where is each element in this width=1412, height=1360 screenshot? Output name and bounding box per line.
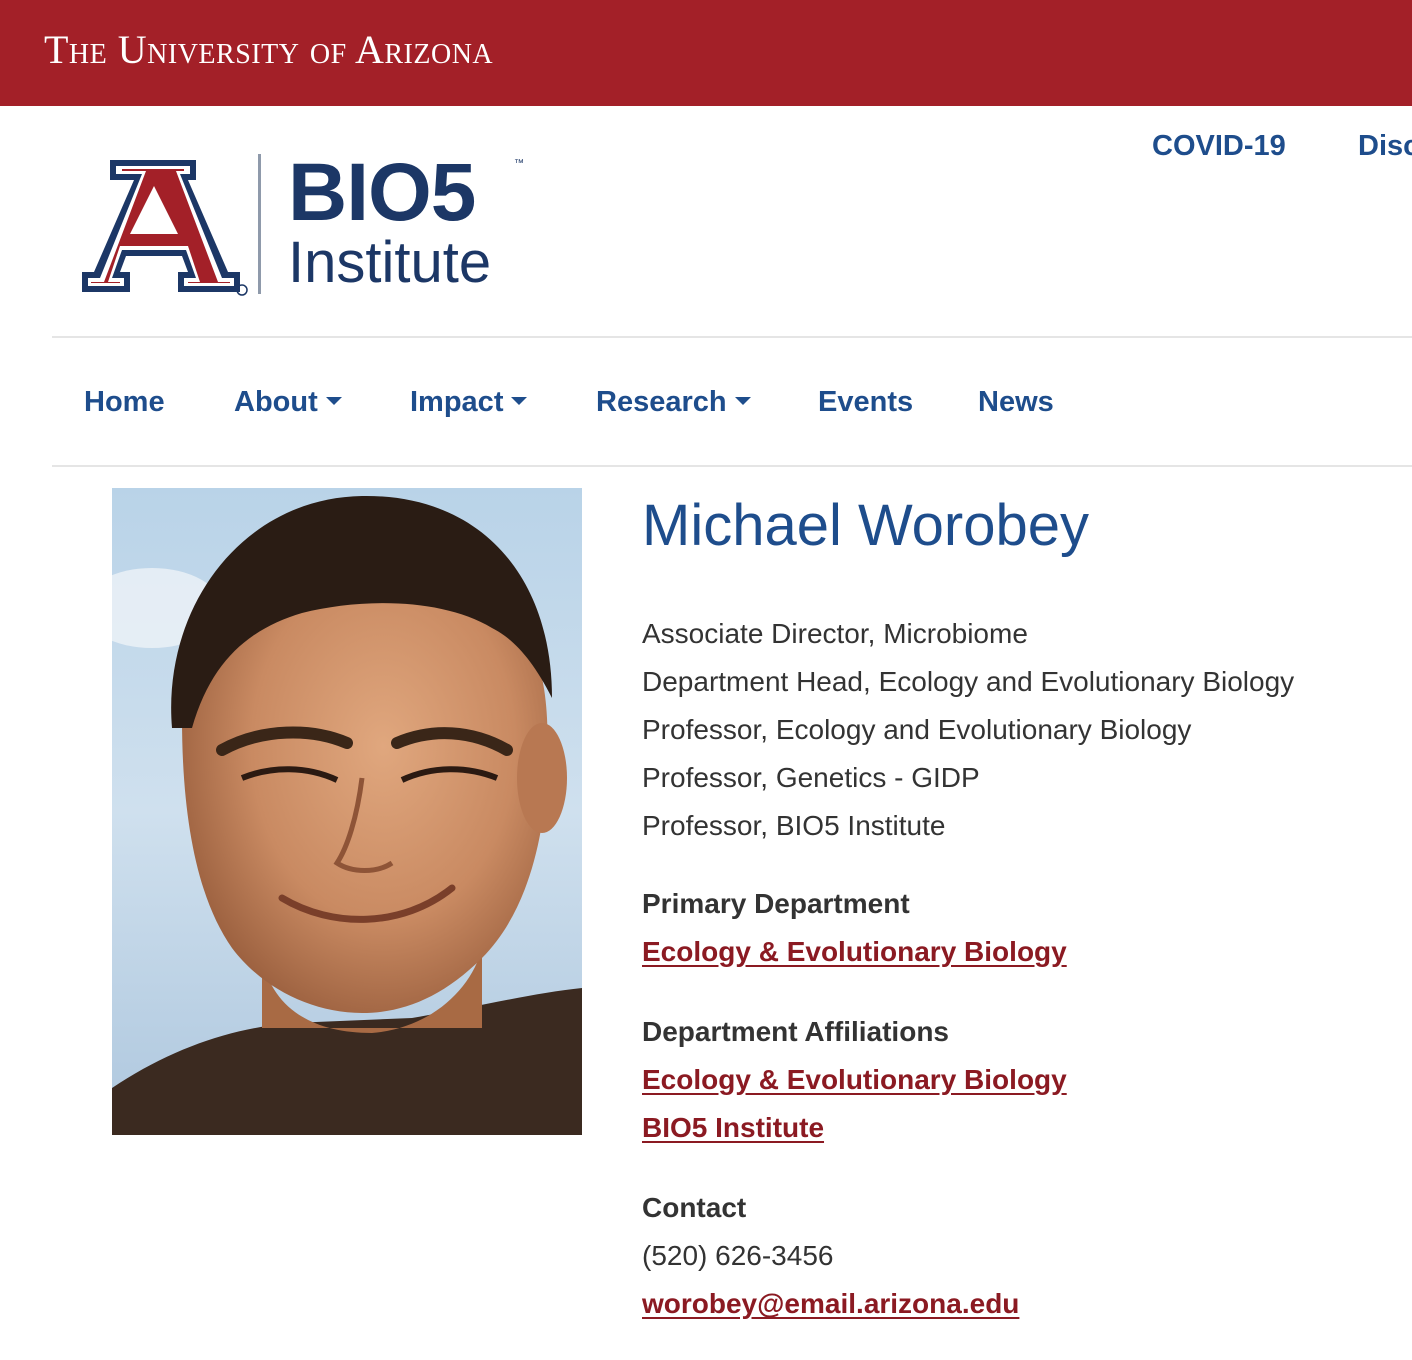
nav-item-label: Research	[596, 386, 727, 418]
department-affiliations-heading: Department Affiliations	[642, 1016, 949, 1047]
primary-department-link[interactable]: Ecology & Evolutionary Biology	[642, 928, 1067, 976]
logo-separator	[258, 154, 261, 294]
nav-item-home[interactable]: Home	[84, 380, 165, 424]
profile-photo	[112, 488, 582, 1135]
affiliation-link-bio5[interactable]: BIO5 Institute	[642, 1104, 1067, 1152]
caret-down-icon	[511, 397, 528, 406]
contact-email-link[interactable]: worobey@email.arizona.edu	[642, 1280, 1019, 1328]
nav-item-label: About	[234, 386, 318, 418]
department-affiliations-section: Department Affiliations Ecology & Evolut…	[642, 1008, 1067, 1152]
profile-title-line: Department Head, Ecology and Evolutionar…	[642, 666, 1295, 697]
nav-item-news[interactable]: News	[978, 380, 1054, 424]
caret-down-icon	[734, 397, 751, 406]
university-bar: The University of Arizona	[0, 0, 1412, 106]
nav-item-research[interactable]: Research	[596, 380, 751, 424]
profile-title-line: Professor, BIO5 Institute	[642, 810, 946, 841]
contact-heading: Contact	[642, 1192, 747, 1223]
profile-titles: Associate Director, Microbiome Departmen…	[642, 610, 1294, 850]
nav-item-label: Events	[818, 386, 914, 418]
primary-department-section: Primary Department Ecology & Evolutionar…	[642, 880, 1067, 976]
nav-item-impact[interactable]: Impact	[410, 380, 528, 424]
caret-down-icon	[325, 397, 342, 406]
profile-title-line: Professor, Ecology and Evolutionary Biol…	[642, 714, 1192, 745]
arizona-block-a-icon	[82, 160, 248, 296]
nav-item-events[interactable]: Events	[818, 380, 913, 424]
logo-trademark: ™	[514, 158, 524, 169]
nav-item-label: News	[978, 386, 1054, 418]
primary-department-heading: Primary Department	[642, 888, 910, 919]
affiliation-link-eeb[interactable]: Ecology & Evolutionary Biology	[642, 1056, 1067, 1104]
logo-bio5-text: BIO5	[288, 147, 476, 238]
contact-phone: (520) 626-3456	[642, 1240, 834, 1271]
utility-link-covid[interactable]: COVID-19	[1152, 126, 1286, 166]
bio5-logo-link[interactable]: BIO5 ™ Institute	[82, 148, 542, 300]
nav-item-about[interactable]: About	[234, 380, 342, 424]
header-divider	[52, 336, 1412, 338]
nav-item-label: Home	[84, 386, 165, 418]
nav-divider	[52, 465, 1412, 467]
university-wordmark-link[interactable]: The University of Arizona	[44, 28, 493, 72]
utility-link-discover[interactable]: Disc	[1358, 126, 1412, 166]
contact-section: Contact (520) 626-3456 worobey@email.ari…	[642, 1184, 1019, 1328]
profile-title-line: Professor, Genetics - GIDP	[642, 762, 980, 793]
nav-item-label: Impact	[410, 386, 504, 418]
logo-institute-text: Institute	[288, 230, 492, 295]
profile-name: Michael Worobey	[642, 493, 1090, 558]
profile-title-line: Associate Director, Microbiome	[642, 618, 1028, 649]
